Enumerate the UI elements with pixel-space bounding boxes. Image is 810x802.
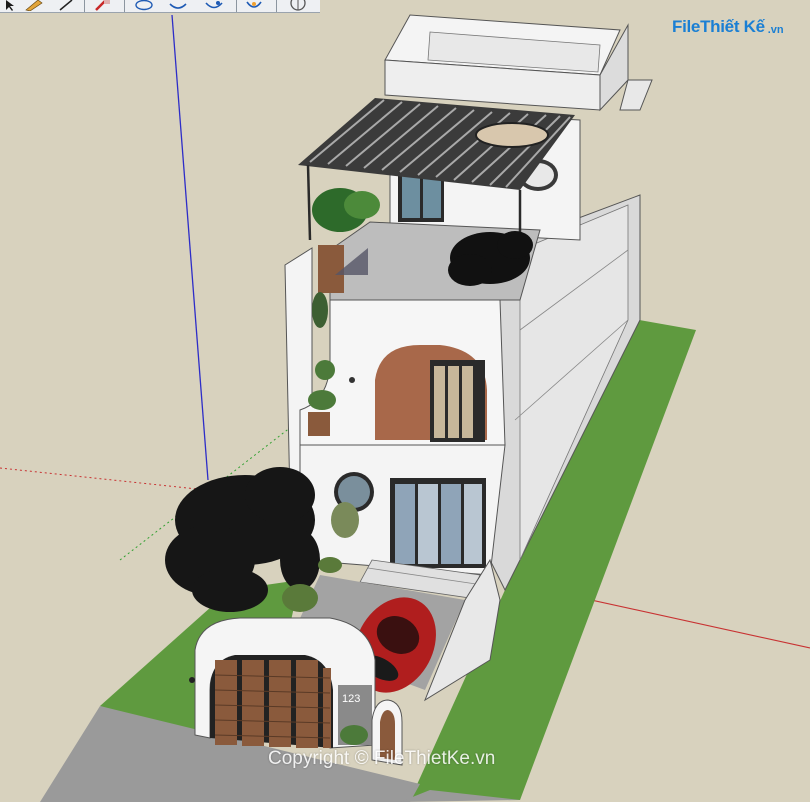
logo-suffix: .vn xyxy=(767,24,784,36)
model-scene[interactable]: 123 xyxy=(0,0,810,802)
house-number: 123 xyxy=(342,693,360,705)
copyright-watermark: Copyright © FileThietKe.vn xyxy=(268,748,496,769)
orbit-icon[interactable] xyxy=(134,0,154,11)
globe-icon[interactable] xyxy=(288,0,308,11)
pencil-icon[interactable] xyxy=(24,0,44,11)
logo-word: FileThiết Kế xyxy=(672,17,765,36)
sketchup-toolbar xyxy=(0,0,320,13)
gate-slats xyxy=(215,660,331,748)
viewport[interactable]: 123 FileThiết Kế .vn Copyright © FileThi… xyxy=(0,0,810,802)
eraser-icon[interactable] xyxy=(92,0,112,11)
line-icon[interactable] xyxy=(56,0,76,11)
zoom-icon[interactable] xyxy=(204,0,224,11)
section-icon[interactable] xyxy=(244,0,264,11)
pergola-skylight xyxy=(475,122,549,148)
pan-icon[interactable] xyxy=(168,0,188,11)
select-icon[interactable] xyxy=(0,0,20,11)
planter-box xyxy=(318,245,344,293)
watermark-logo: FileThiết Kế .vn xyxy=(672,14,784,40)
